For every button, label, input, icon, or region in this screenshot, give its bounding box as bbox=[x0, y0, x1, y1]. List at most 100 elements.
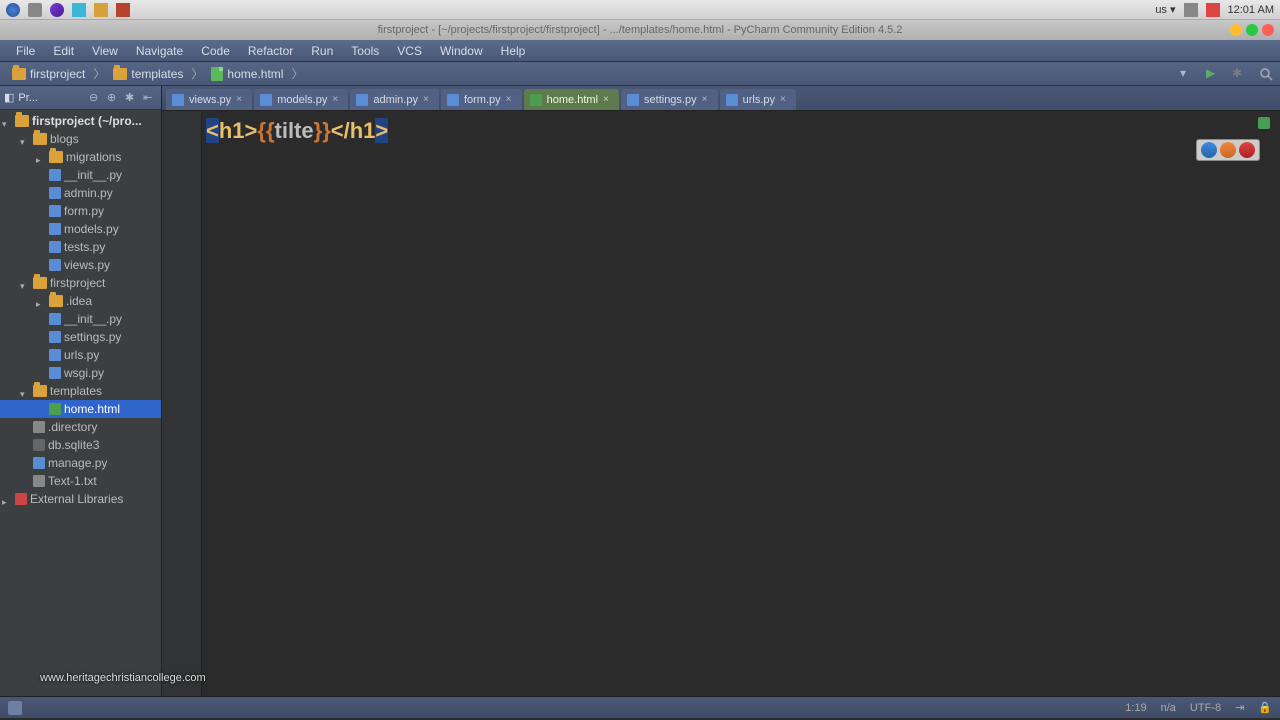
editor-tab[interactable]: home.html× bbox=[524, 89, 619, 110]
code-area[interactable]: <h1>{{tilte}}</h1> bbox=[202, 111, 1280, 696]
opera-icon[interactable] bbox=[1239, 142, 1255, 158]
expand-arrow-icon[interactable] bbox=[20, 134, 30, 144]
menu-navigate[interactable]: Navigate bbox=[128, 42, 191, 60]
line-separator[interactable]: n/a bbox=[1161, 702, 1176, 714]
expand-arrow-icon[interactable] bbox=[20, 386, 30, 396]
code-line[interactable]: <h1>{{tilte}}</h1> bbox=[206, 117, 1276, 146]
menu-tools[interactable]: Tools bbox=[343, 42, 387, 60]
run-config-dropdown-icon[interactable]: ▾ bbox=[1180, 66, 1196, 82]
tree-item[interactable]: home.html bbox=[0, 400, 161, 418]
tree-spacer bbox=[36, 404, 46, 414]
tree-item[interactable]: models.py bbox=[0, 220, 161, 238]
tree-external-libraries[interactable]: External Libraries bbox=[0, 490, 161, 508]
cursor-position[interactable]: 1:19 bbox=[1125, 702, 1146, 714]
app-icon[interactable] bbox=[28, 3, 42, 17]
app-icon[interactable] bbox=[50, 3, 64, 17]
tree-item[interactable]: db.sqlite3 bbox=[0, 436, 161, 454]
keyboard-indicator[interactable]: us ▾ bbox=[1155, 3, 1175, 16]
file-encoding[interactable]: UTF-8 bbox=[1190, 702, 1221, 714]
tree-item[interactable]: form.py bbox=[0, 202, 161, 220]
project-view-icon[interactable]: ◧ bbox=[4, 91, 14, 104]
editor-tab[interactable]: urls.py× bbox=[720, 89, 796, 110]
tree-item[interactable]: views.py bbox=[0, 256, 161, 274]
menu-edit[interactable]: Edit bbox=[45, 42, 82, 60]
expand-arrow-icon[interactable] bbox=[20, 278, 30, 288]
search-icon[interactable] bbox=[1258, 66, 1274, 82]
tree-item[interactable]: wsgi.py bbox=[0, 364, 161, 382]
tree-spacer bbox=[36, 314, 46, 324]
tree-item[interactable]: manage.py bbox=[0, 454, 161, 472]
tab-close-icon[interactable]: × bbox=[423, 95, 433, 105]
tree-item[interactable]: migrations bbox=[0, 148, 161, 166]
expand-arrow-icon[interactable] bbox=[2, 494, 12, 504]
inspection-indicator[interactable] bbox=[1258, 117, 1270, 129]
tree-item[interactable]: __init__.py bbox=[0, 310, 161, 328]
window-maximize-button[interactable] bbox=[1246, 24, 1258, 36]
tab-close-icon[interactable]: × bbox=[603, 95, 613, 105]
editor-tab[interactable]: views.py× bbox=[166, 89, 252, 110]
expand-arrow-icon[interactable] bbox=[36, 152, 46, 162]
readonly-lock-icon[interactable]: 🔒 bbox=[1258, 701, 1272, 714]
run-button-icon[interactable]: ▶ bbox=[1206, 66, 1222, 82]
app-icon[interactable] bbox=[116, 3, 130, 17]
tree-root[interactable]: firstproject (~/pro... bbox=[0, 112, 161, 130]
menu-refactor[interactable]: Refactor bbox=[240, 42, 301, 60]
breadcrumb-item[interactable]: templates bbox=[107, 65, 189, 83]
tree-item-label: views.py bbox=[64, 258, 110, 272]
folder-icon bbox=[113, 68, 127, 80]
indent-indicator[interactable]: ⇥ bbox=[1235, 701, 1244, 714]
project-panel-title[interactable]: Pr... bbox=[18, 92, 38, 104]
hide-icon[interactable]: ⇤ bbox=[143, 91, 157, 105]
tree-item[interactable]: settings.py bbox=[0, 328, 161, 346]
tab-close-icon[interactable]: × bbox=[236, 95, 246, 105]
tray-icon[interactable] bbox=[1184, 3, 1198, 17]
menu-window[interactable]: Window bbox=[432, 42, 491, 60]
menu-run[interactable]: Run bbox=[303, 42, 341, 60]
menu-code[interactable]: Code bbox=[193, 42, 238, 60]
tree-item[interactable]: blogs bbox=[0, 130, 161, 148]
tab-close-icon[interactable]: × bbox=[702, 95, 712, 105]
editor-body[interactable]: <h1>{{tilte}}</h1> bbox=[162, 111, 1280, 696]
debug-button-icon[interactable]: ✱ bbox=[1232, 66, 1248, 82]
firefox-icon[interactable] bbox=[1220, 142, 1236, 158]
tab-close-icon[interactable]: × bbox=[506, 95, 516, 105]
menu-view[interactable]: View bbox=[84, 42, 126, 60]
app-icon[interactable] bbox=[94, 3, 108, 17]
chrome-icon[interactable] bbox=[1201, 142, 1217, 158]
editor-gutter[interactable] bbox=[162, 111, 202, 696]
tab-close-icon[interactable]: × bbox=[780, 95, 790, 105]
window-close-button[interactable] bbox=[1262, 24, 1274, 36]
tree-item[interactable]: admin.py bbox=[0, 184, 161, 202]
editor-tab[interactable]: models.py× bbox=[254, 89, 348, 110]
tray-icon[interactable] bbox=[1206, 3, 1220, 17]
editor-tab[interactable]: settings.py× bbox=[621, 89, 718, 110]
clock[interactable]: 12:01 AM bbox=[1228, 4, 1274, 16]
collapse-icon[interactable]: ⊖ bbox=[89, 91, 103, 105]
tree-item[interactable]: templates bbox=[0, 382, 161, 400]
breadcrumb-item[interactable]: firstproject bbox=[6, 65, 91, 83]
project-tree[interactable]: firstproject (~/pro... blogsmigrations__… bbox=[0, 110, 161, 696]
tree-item[interactable]: tests.py bbox=[0, 238, 161, 256]
tab-close-icon[interactable]: × bbox=[332, 95, 342, 105]
tree-item[interactable]: firstproject bbox=[0, 274, 161, 292]
tree-item[interactable]: urls.py bbox=[0, 346, 161, 364]
gear-icon[interactable]: ✱ bbox=[125, 91, 139, 105]
status-tool-window-icon[interactable] bbox=[8, 701, 22, 715]
py-icon bbox=[49, 169, 61, 181]
tree-item[interactable]: .directory bbox=[0, 418, 161, 436]
editor-tab[interactable]: form.py× bbox=[441, 89, 522, 110]
editor-tab[interactable]: admin.py× bbox=[350, 89, 439, 110]
tree-item[interactable]: .idea bbox=[0, 292, 161, 310]
menu-help[interactable]: Help bbox=[493, 42, 534, 60]
expand-icon[interactable]: ⊕ bbox=[107, 91, 121, 105]
tree-item[interactable]: __init__.py bbox=[0, 166, 161, 184]
window-minimize-button[interactable] bbox=[1230, 24, 1242, 36]
fedora-icon[interactable] bbox=[6, 3, 20, 17]
app-icon[interactable] bbox=[72, 3, 86, 17]
tree-item[interactable]: Text-1.txt bbox=[0, 472, 161, 490]
menu-file[interactable]: File bbox=[8, 42, 43, 60]
breadcrumb-item[interactable]: home.html bbox=[205, 65, 289, 83]
expand-arrow-icon[interactable] bbox=[36, 296, 46, 306]
menu-vcs[interactable]: VCS bbox=[389, 42, 430, 60]
expand-arrow-icon[interactable] bbox=[2, 116, 12, 126]
